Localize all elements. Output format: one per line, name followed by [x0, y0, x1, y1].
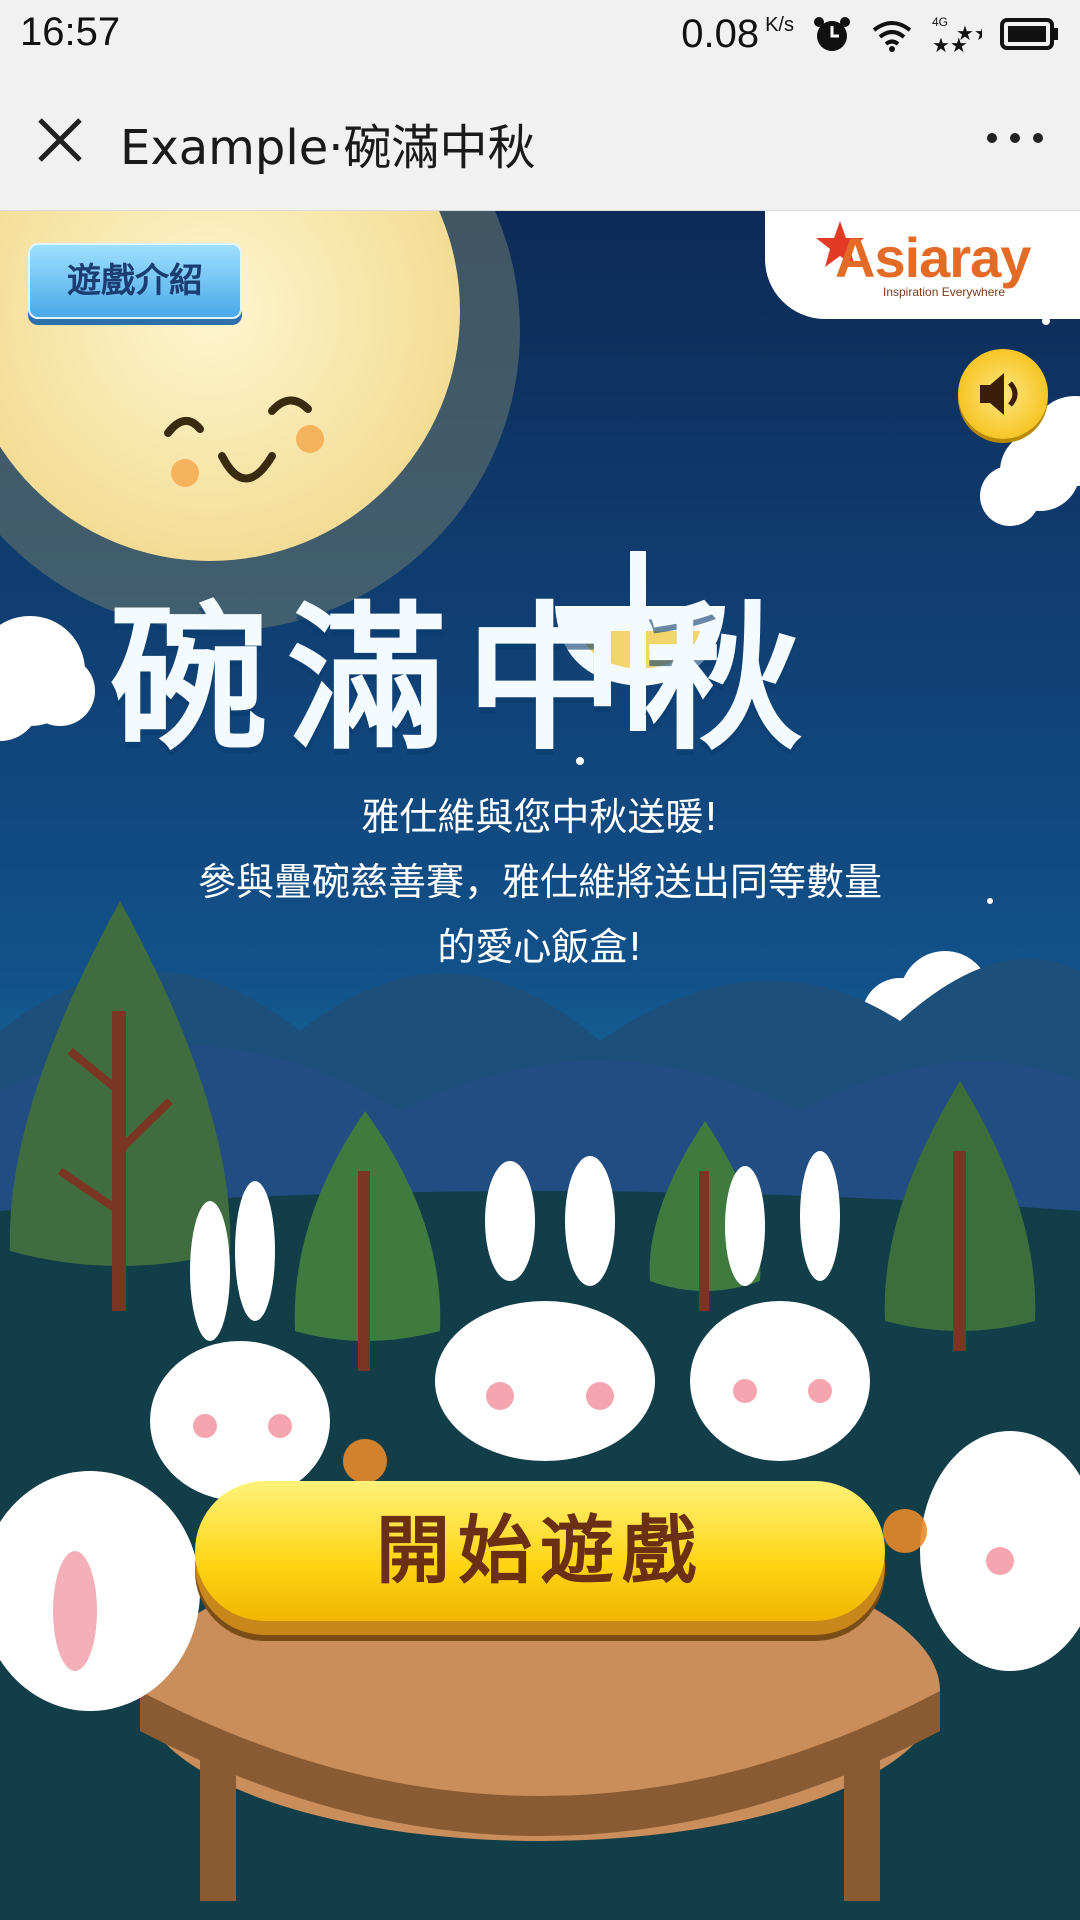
start-game-button[interactable]: 開始遊戲	[195, 1481, 885, 1621]
moon-festival-scene	[0, 211, 1080, 1920]
network-type-label: 4G	[932, 15, 948, 29]
subtitle-line-1: 雅仕維與您中秋送暖!	[361, 795, 719, 839]
status-icons: 0.08 K/s 4G★★★★	[681, 8, 1060, 60]
network-speed: 0.08 K/s	[681, 12, 794, 57]
page-title: Example·碗滿中秋	[120, 120, 536, 176]
alarm-icon	[812, 14, 852, 54]
logo-name: Asiaray	[835, 226, 1031, 289]
subtitle-line-3: 的愛心飯盒!	[437, 925, 643, 969]
asiaray-logo: Asiaray Inspiration Everywhere	[765, 211, 1080, 319]
game-stage[interactable]: 遊戲介紹 Asiaray Inspiration Everywhere 碗滿中秋…	[0, 211, 1080, 1920]
game-intro-button[interactable]: 遊戲介紹	[28, 243, 242, 319]
network-speed-unit: K/s	[765, 13, 794, 36]
subtitle-line-2: 參與疊碗慈善賽，雅仕維將送出同等數量	[197, 860, 882, 904]
battery-icon	[1000, 16, 1060, 52]
more-options-button[interactable]	[980, 118, 1050, 158]
more-icon	[987, 133, 1043, 143]
status-time: 16:57	[20, 10, 121, 54]
speaker-icon	[980, 373, 1018, 415]
game-title: 碗滿中秋	[110, 588, 822, 772]
network-speed-value: 0.08	[681, 11, 760, 56]
cellular-signal-icon: 4G★★★★	[932, 14, 982, 54]
close-icon	[38, 118, 82, 162]
svg-text:★★: ★★	[956, 21, 982, 45]
status-bar: 16:57 0.08 K/s 4G★★★★	[0, 0, 1080, 70]
logo-tagline: Inspiration Everywhere	[883, 285, 1006, 299]
close-button[interactable]	[30, 110, 90, 170]
wifi-icon	[870, 14, 914, 54]
webview-titlebar: Example·碗滿中秋	[0, 70, 1080, 211]
lantern-left	[343, 1439, 387, 1483]
sound-toggle-button[interactable]	[958, 349, 1048, 439]
lantern-right	[883, 1509, 927, 1553]
